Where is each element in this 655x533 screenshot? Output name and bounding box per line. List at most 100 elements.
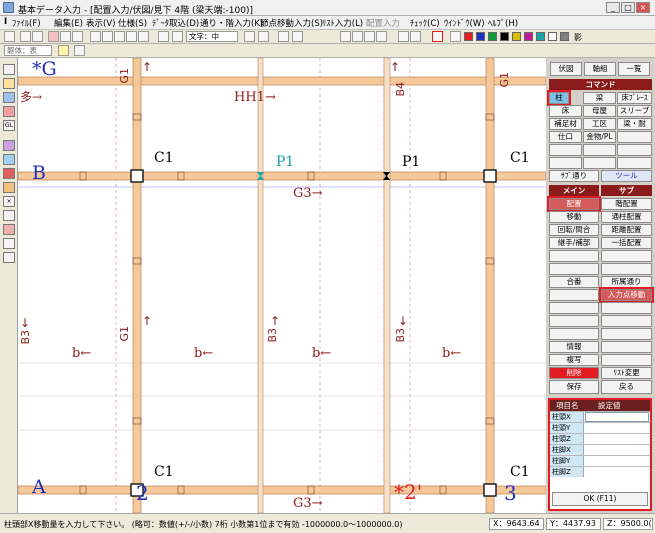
tool-brace-icon[interactable] (3, 106, 15, 117)
menu-placement[interactable]: 配置入力 (366, 17, 400, 29)
tool-floor-icon[interactable] (3, 154, 15, 165)
color-red[interactable] (464, 32, 473, 41)
menu-node-move[interactable]: 節点移動入力(S) (260, 17, 323, 29)
tab-plan[interactable]: 伏図 (550, 62, 582, 76)
align-icon[interactable] (244, 31, 255, 42)
main-item-13[interactable]: 削除 (549, 367, 599, 379)
menu-file[interactable]: ﾌｧｲﾙ(F) (12, 17, 41, 29)
column-c1-3a[interactable] (483, 483, 497, 497)
settings-row[interactable]: 柱脚Z (550, 466, 650, 477)
bars-icon[interactable] (292, 31, 303, 42)
sub-item-0[interactable]: 階配置 (601, 198, 652, 210)
sub-item-2[interactable]: 距離配置 (601, 224, 652, 236)
save-button[interactable]: 保存 (549, 380, 599, 394)
settings-row[interactable]: 柱頭X (550, 411, 650, 422)
grid-toggle-icon[interactable] (74, 45, 85, 56)
menu-spec[interactable]: 仕様(S) (118, 17, 147, 29)
tool-wall-icon[interactable] (3, 92, 15, 103)
print-icon[interactable] (60, 31, 71, 42)
settings-row[interactable]: 柱脚X (550, 444, 650, 455)
sub-item-11[interactable] (601, 341, 652, 353)
tab-list[interactable]: 一覧 (618, 62, 650, 76)
zoom-in-icon[interactable] (114, 31, 125, 42)
command-hardware-button[interactable]: 金物/PL (583, 131, 616, 143)
tool-column-icon[interactable] (3, 64, 15, 75)
line-tool-2-icon[interactable] (352, 31, 363, 42)
color-yellow[interactable] (512, 32, 521, 41)
column-c1-2b[interactable] (130, 169, 144, 183)
tool-red-icon[interactable] (3, 168, 15, 179)
zoom-out-icon[interactable] (126, 31, 137, 42)
layout-icon[interactable] (102, 31, 113, 42)
tab-elevation[interactable]: 軸組 (584, 62, 616, 76)
table-icon[interactable] (278, 31, 289, 42)
main-item-12[interactable]: 複写 (549, 354, 599, 366)
line-tool-icon[interactable] (340, 31, 351, 42)
menu-edit[interactable]: 編集(E) (54, 17, 83, 29)
sub-item-5[interactable] (601, 263, 652, 275)
select-icon[interactable] (432, 31, 443, 42)
main-item-1[interactable]: 移動 (549, 211, 599, 223)
command-beam-fire-button[interactable]: 梁・耐 (617, 118, 652, 130)
command-support-button[interactable]: 補足材 (549, 118, 582, 130)
ok-button[interactable]: OK (F11) (552, 492, 648, 506)
color-blue[interactable] (476, 32, 485, 41)
command-empty-4[interactable] (617, 144, 652, 156)
main-item-9[interactable] (549, 315, 599, 327)
tool-mark-icon[interactable] (3, 224, 15, 235)
main-item-4[interactable] (549, 250, 599, 262)
line-tool-4-icon[interactable] (376, 31, 387, 42)
command-joint-button[interactable]: 仕口 (549, 131, 582, 143)
maximize-button[interactable]: □ (621, 2, 635, 13)
sub-item-10[interactable] (601, 328, 652, 340)
color-magenta[interactable] (524, 32, 533, 41)
grid-icon[interactable] (90, 31, 101, 42)
sub-item-9[interactable] (601, 315, 652, 327)
command-empty-1[interactable] (617, 131, 652, 143)
monitor-icon[interactable] (58, 45, 69, 56)
shadow-label[interactable]: 影 (574, 32, 582, 43)
main-item-6[interactable]: 合番 (549, 276, 599, 288)
command-purlin-button[interactable]: 母屋 (583, 105, 616, 117)
beam-vertical-mid[interactable] (257, 58, 264, 513)
fit-icon[interactable] (138, 31, 149, 42)
sub-item-8[interactable] (601, 302, 652, 314)
beam-vertical-3[interactable] (485, 58, 495, 513)
menu-window[interactable]: ｳｲﾝﾄﾞｳ(W) (444, 17, 485, 29)
sub-item-6[interactable]: 所属通り (601, 276, 652, 288)
tool-beam-icon[interactable] (3, 78, 15, 89)
tool-orange-icon[interactable] (3, 182, 15, 193)
preview-icon[interactable] (72, 31, 83, 42)
stop-icon[interactable] (48, 31, 59, 42)
main-item-3[interactable]: 継手/補部 (549, 237, 599, 249)
main-item-10[interactable] (549, 328, 599, 340)
sub-item-4[interactable] (601, 250, 652, 262)
tool-gl-icon[interactable]: GL (3, 120, 15, 131)
arc-icon[interactable] (258, 31, 269, 42)
tool-copy-icon[interactable] (3, 210, 15, 221)
tool-delete-icon[interactable]: × (3, 196, 15, 207)
command-beam-button[interactable]: 梁 (583, 92, 616, 104)
command-empty-3[interactable] (583, 144, 616, 156)
menu-list-input[interactable]: ﾘｽﾄ入力(L) (322, 17, 363, 29)
menu-check[interactable]: ﾁｪｯｸ(C) (410, 17, 440, 29)
main-item-8[interactable] (549, 302, 599, 314)
beam-horizontal-top[interactable] (18, 76, 546, 86)
sub-item-7[interactable]: 入力点移動 (599, 287, 654, 303)
tool-button[interactable]: ツール (601, 170, 652, 182)
color-gray[interactable] (560, 32, 569, 41)
snap-2-icon[interactable] (410, 31, 421, 42)
redo-icon[interactable] (32, 31, 43, 42)
sub-item-13[interactable]: ﾘｽﾄ変更 (601, 367, 652, 379)
main-item-11[interactable]: 情報 (549, 341, 599, 353)
command-sleeve-button[interactable]: スリーブ (617, 105, 652, 117)
color-cyan[interactable] (536, 32, 545, 41)
minimize-button[interactable]: _ (606, 2, 620, 13)
beam-horizontal-b[interactable] (18, 171, 546, 181)
settings-row[interactable]: 柱脚Y (550, 455, 650, 466)
printer-icon[interactable] (172, 31, 183, 42)
settings-input-head-x[interactable] (585, 412, 649, 422)
command-floor-button[interactable]: 床 (549, 105, 582, 117)
sub-item-1[interactable]: 通柱配置 (601, 211, 652, 223)
command-column-button[interactable]: 柱 (547, 90, 571, 106)
